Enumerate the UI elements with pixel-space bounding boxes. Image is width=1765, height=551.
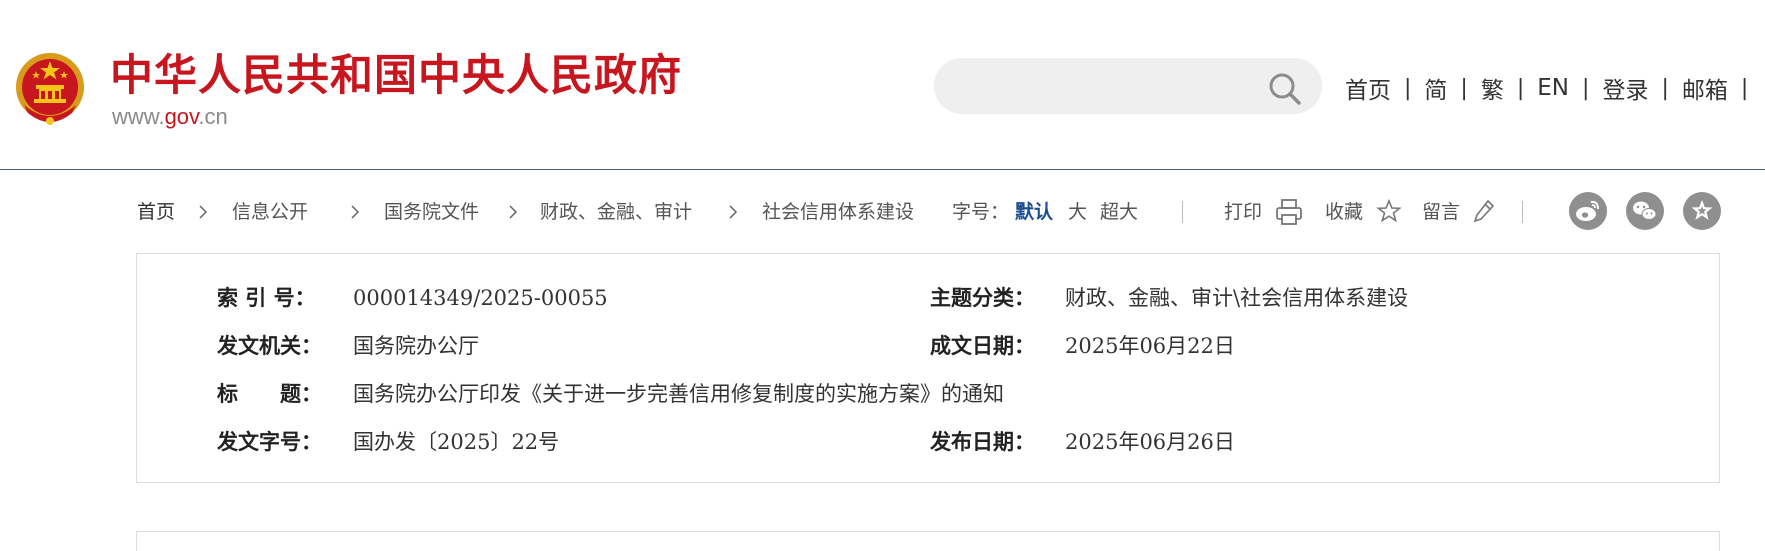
doc-number-label: 发文字号： xyxy=(217,429,322,454)
breadcrumb-info-public[interactable]: 信息公开 xyxy=(232,200,308,224)
nav-separator: | xyxy=(1516,75,1525,101)
search-icon[interactable] xyxy=(1268,72,1302,106)
print-label[interactable]: 打印 xyxy=(1224,200,1262,224)
share-wechat-button[interactable] xyxy=(1626,192,1664,230)
chevron-right-icon xyxy=(351,205,360,219)
nav-english[interactable]: EN xyxy=(1537,75,1569,101)
search-box[interactable] xyxy=(934,58,1322,114)
index-label: 索 引 号： xyxy=(217,285,316,310)
toolbar: 首页 信息公开 国务院文件 财政、金融、审计 社会信用体系建设 字号： 默认 大… xyxy=(0,190,1765,234)
nav-home[interactable]: 首页 xyxy=(1345,71,1391,105)
pencil-icon[interactable] xyxy=(1472,198,1496,224)
document-info-panel: 索 引 号： 000014349/2025-00055 主题分类： 财政、金融、… xyxy=(136,253,1720,483)
site-url-highlight: gov xyxy=(164,104,199,129)
site-url-suffix: .cn xyxy=(198,104,228,129)
breadcrumb-home[interactable]: 首页 xyxy=(137,200,175,224)
nav-mailbox[interactable]: 邮箱 xyxy=(1682,71,1728,105)
favorite-star-icon xyxy=(1691,200,1713,220)
issuer-value: 国务院办公厅 xyxy=(353,334,479,358)
nav-login[interactable]: 登录 xyxy=(1602,71,1648,105)
share-weibo-button[interactable] xyxy=(1569,192,1607,230)
written-date-value: 2025年06月22日 xyxy=(1065,334,1235,358)
publish-date-value: 2025年06月26日 xyxy=(1065,430,1235,454)
weibo-icon xyxy=(1576,200,1599,221)
site-url-prefix: www. xyxy=(112,104,165,129)
star-outline-icon[interactable] xyxy=(1376,198,1402,224)
content-panel-top-edge xyxy=(136,531,1720,551)
site-title[interactable]: 中华人民共和国中央人民政府 xyxy=(110,48,682,104)
site-url[interactable]: www.gov.cn xyxy=(112,104,228,130)
breadcrumb-state-council-docs[interactable]: 国务院文件 xyxy=(384,200,479,224)
nav-separator: | xyxy=(1460,75,1468,101)
national-emblem-icon[interactable] xyxy=(12,47,88,131)
breadcrumb-finance-audit[interactable]: 财政、金融、审计 xyxy=(540,200,692,224)
written-date-label: 成文日期： xyxy=(930,333,1035,358)
comment-label[interactable]: 留言 xyxy=(1422,200,1460,224)
publish-date-label: 发布日期： xyxy=(930,429,1035,454)
site-header: 中华人民共和国中央人民政府 www.gov.cn 首页 | 简 | 繁 | EN… xyxy=(0,0,1765,170)
top-nav: 首页 | 简 | 繁 | EN | 登录 | 邮箱 | xyxy=(1345,68,1761,108)
nav-separator: | xyxy=(1582,75,1590,101)
subject-label: 主题分类： xyxy=(930,285,1035,310)
divider xyxy=(1522,201,1523,223)
subject-value: 财政、金融、审计\社会信用体系建设 xyxy=(1065,286,1409,310)
divider xyxy=(1182,201,1183,223)
nav-traditional[interactable]: 繁 xyxy=(1481,71,1504,105)
index-value: 000014349/2025-00055 xyxy=(353,286,608,310)
printer-icon[interactable] xyxy=(1274,198,1304,226)
nav-simplified[interactable]: 简 xyxy=(1424,71,1447,105)
wechat-icon xyxy=(1633,201,1657,220)
title-label: 标 题： xyxy=(217,381,322,406)
font-size-label: 字号： xyxy=(952,201,1010,223)
nav-separator: | xyxy=(1740,75,1749,101)
issuer-label: 发文机关： xyxy=(217,333,322,358)
chevron-right-icon xyxy=(729,205,738,219)
font-size-default[interactable]: 默认 xyxy=(1015,200,1053,224)
nav-separator: | xyxy=(1404,75,1412,101)
nav-separator: | xyxy=(1661,75,1669,101)
breadcrumb-credit-system[interactable]: 社会信用体系建设 xyxy=(762,200,914,224)
share-favorite-button[interactable] xyxy=(1683,192,1721,230)
title-value: 国务院办公厅印发《关于进一步完善信用修复制度的实施方案》的通知 xyxy=(353,382,1004,406)
chevron-right-icon xyxy=(199,205,208,219)
font-size-xlarge[interactable]: 超大 xyxy=(1100,200,1138,224)
font-size-large[interactable]: 大 xyxy=(1068,200,1087,224)
favorite-label[interactable]: 收藏 xyxy=(1325,200,1363,224)
chevron-right-icon xyxy=(509,205,518,219)
doc-number-value: 国办发〔2025〕22号 xyxy=(353,430,560,454)
search-input[interactable] xyxy=(958,68,1262,106)
